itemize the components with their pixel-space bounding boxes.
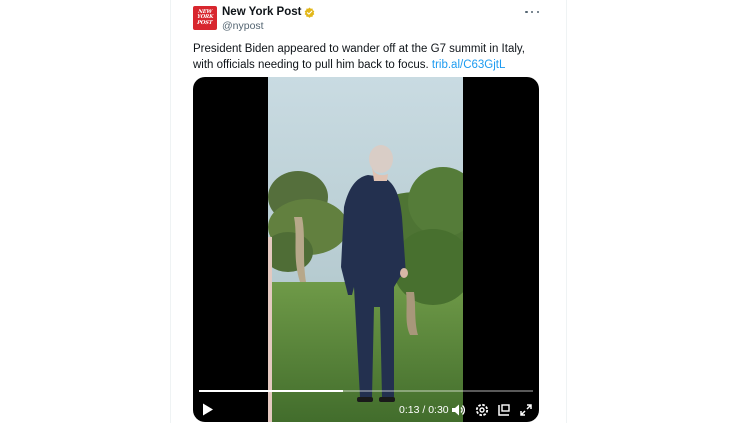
display-name[interactable]: New York Post <box>222 6 301 18</box>
progress-fill <box>199 390 343 392</box>
time-display: 0:13 / 0:30 <box>399 404 449 416</box>
volume-icon[interactable] <box>451 403 465 417</box>
play-icon[interactable] <box>202 403 214 416</box>
tweet[interactable]: NEW YORK POST New York Post @nypost Pres… <box>170 0 566 423</box>
video-controls: 0:13 / 0:30 <box>193 399 539 421</box>
avatar-logo-line: POST <box>197 19 213 26</box>
author-handle[interactable]: @nypost <box>222 20 264 32</box>
column-border-right <box>566 0 567 423</box>
progress-bar[interactable] <box>199 390 533 392</box>
tweet-link[interactable]: trib.al/C63GjtL <box>432 59 506 71</box>
fullscreen-icon[interactable] <box>519 403 533 417</box>
settings-icon[interactable] <box>475 403 489 417</box>
video-player[interactable]: 0:13 / 0:30 <box>193 77 539 422</box>
video-frame[interactable] <box>268 77 463 422</box>
author-name-row: New York Post <box>222 6 315 18</box>
verified-badge-icon <box>305 7 315 18</box>
avatar[interactable]: NEW YORK POST <box>193 6 217 30</box>
more-icon[interactable] <box>525 6 539 18</box>
dock-icon[interactable] <box>497 403 511 417</box>
tweet-text: President Biden appeared to wander off a… <box>193 41 543 73</box>
